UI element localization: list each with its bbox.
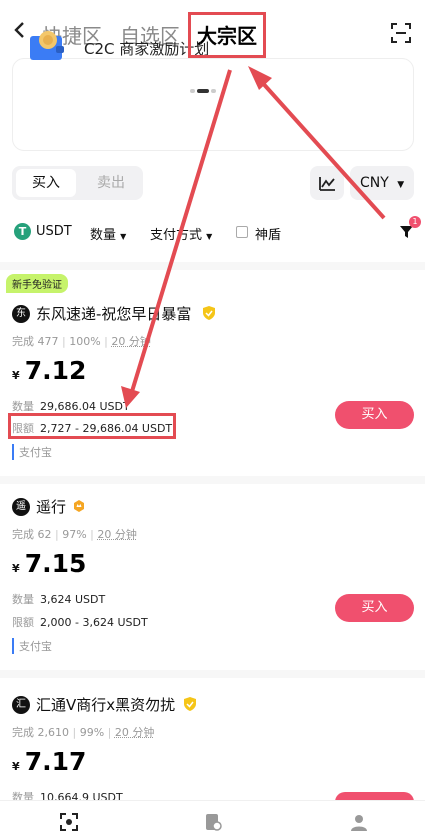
arrow-head — [121, 386, 140, 408]
annotation-arrows — [121, 66, 386, 408]
orders-nav-icon[interactable] — [204, 813, 222, 831]
profile-nav-icon[interactable] — [350, 813, 368, 831]
trade-nav-icon[interactable] — [60, 813, 78, 831]
bottom-nav — [0, 800, 425, 835]
